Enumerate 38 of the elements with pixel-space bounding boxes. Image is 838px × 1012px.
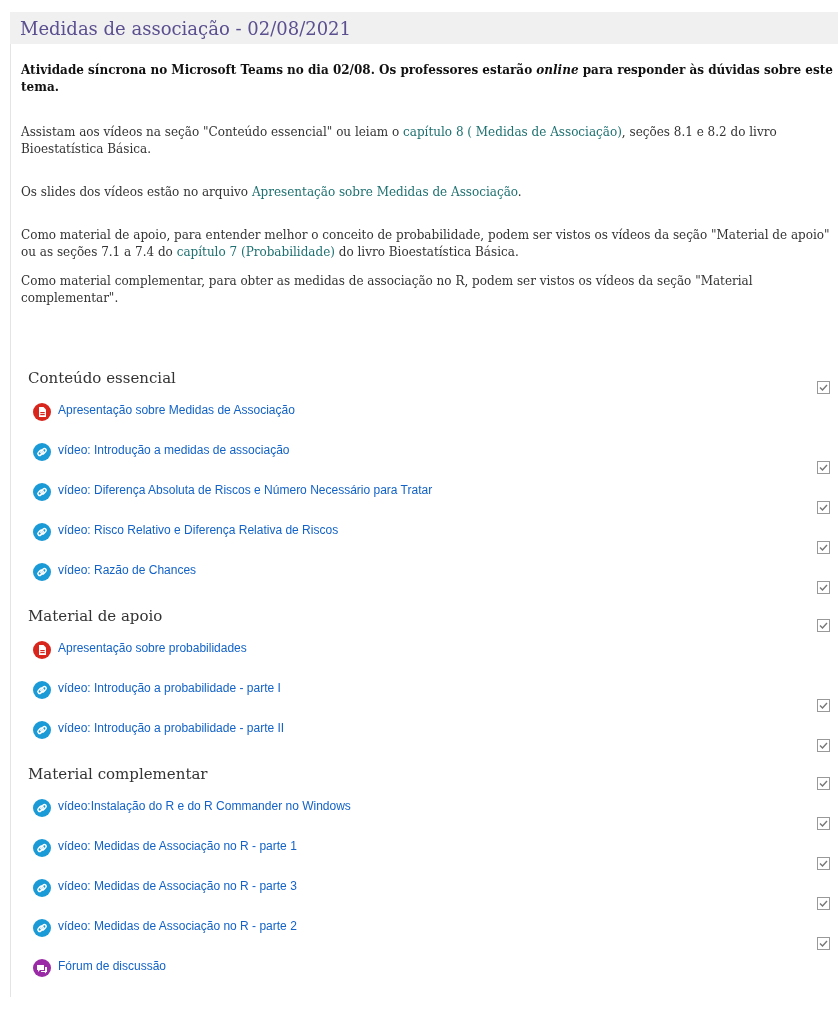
link-icon: [33, 483, 51, 501]
link[interactable]: capítulo 7 (Probabilidade): [176, 245, 335, 259]
paragraph: Os slides dos vídeos estão no arquivo Apresentação sobre Medidas de Associação.: [21, 184, 523, 201]
link-icon: [33, 523, 51, 541]
link[interactable]: capítulo 8 ( Medidas de Associação): [403, 125, 622, 139]
section-heading: Material complementar: [28, 764, 208, 783]
activity-link[interactable]: vídeo: Medidas de Associação no R - parte 2: [58, 917, 297, 933]
link-icon: [33, 839, 51, 857]
activity-link[interactable]: Apresentação sobre probabilidades: [58, 639, 247, 655]
activity-link[interactable]: vídeo:Instalação do R e do R Commander no Windows: [58, 797, 351, 813]
pdf-file-icon: [33, 641, 51, 659]
link[interactable]: Apresentação sobre Medidas de Associação: [251, 185, 518, 199]
activity-link[interactable]: vídeo: Medidas de Associação no R - parte 1: [58, 837, 297, 853]
link-icon: [33, 443, 51, 461]
forum-icon: [33, 959, 51, 977]
activity-link[interactable]: vídeo: Introdução a probabilidade - parte II: [58, 719, 285, 735]
link-icon: [33, 919, 51, 937]
section-heading: Material de apoio: [28, 606, 163, 625]
link-icon: [33, 799, 51, 817]
link-icon: [33, 721, 51, 739]
notice-text: Atividade síncrona no Microsoft Teams no dia 02/08. Os professores estarão online para responder às dúvidas sobre este tema.: [21, 62, 834, 96]
page-title: Medidas de associação - 02/08/2021: [20, 17, 351, 39]
paragraph: Como material complementar, para obter as medidas de associação no R, podem ser vistos os vídeos da seção "Material complementar".: [21, 273, 754, 307]
section-heading: Conteúdo essencial: [28, 368, 176, 387]
activity-link[interactable]: vídeo: Introdução a medidas de associação: [58, 441, 290, 457]
activity-link[interactable]: Fórum de discussão: [58, 957, 167, 973]
link-icon: [33, 681, 51, 699]
paragraph: Assistam aos vídeos na seção "Conteúdo essencial" ou leiam o capítulo 8 ( Medidas de Associação), seções 8.1 e 8.2 do livro Bioestatística Básica.: [21, 124, 778, 158]
activity-link[interactable]: Apresentação sobre Medidas de Associação: [58, 401, 295, 417]
pdf-file-icon: [33, 403, 51, 421]
link-icon: [33, 879, 51, 897]
activity-link[interactable]: vídeo: Diferença Absoluta de Riscos e Número Necessário para Tratar: [58, 481, 433, 497]
activity-link[interactable]: vídeo: Introdução a probabilidade - parte I: [58, 679, 281, 695]
link-icon: [33, 563, 51, 581]
activity-link[interactable]: vídeo: Medidas de Associação no R - parte 3: [58, 877, 297, 893]
paragraph: Como material de apoio, para entender melhor o conceito de probabilidade, podem ser vistos os vídeos da seção "Material de apoio" ou as seções 7.1 a 7.4 do capítulo 7 (Probabilidade) do livro Bioestatística Básica.: [21, 227, 831, 261]
activity-link[interactable]: vídeo: Razão de Chances: [58, 561, 197, 577]
activity-link[interactable]: vídeo: Risco Relativo e Diferença Relativa de Riscos: [58, 521, 339, 537]
